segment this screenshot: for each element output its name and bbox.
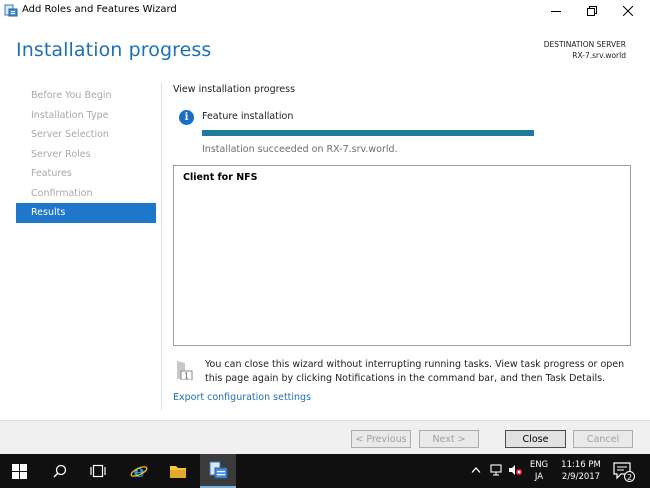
volume-button[interactable] — [508, 463, 522, 477]
chevron-up-icon — [471, 467, 481, 473]
keyboard-layout: JA — [534, 472, 544, 482]
task-view-button[interactable] — [80, 454, 116, 488]
cancel-button[interactable]: Cancel — [573, 430, 633, 448]
clock-time: 11:16 PM — [561, 460, 601, 470]
close-window-button[interactable] — [612, 0, 644, 21]
nav-step-server-selection: Server Selection — [31, 129, 109, 140]
previous-button[interactable]: < Previous — [351, 430, 411, 448]
title-bar: Add Roles and Features Wizard — [0, 0, 650, 21]
next-button[interactable]: Next > — [419, 430, 479, 448]
internet-explorer-icon: e — [130, 462, 148, 480]
task-view-icon — [90, 464, 106, 478]
close-wizard-note: You can close this wizard without interr… — [205, 359, 625, 384]
note-badge: 1 — [184, 372, 189, 381]
network-button[interactable] — [490, 463, 504, 477]
content-heading: View installation progress — [173, 84, 296, 95]
destination-server-value: RX-7.srv.world — [572, 51, 626, 60]
notification-count-badge: 2 — [624, 471, 635, 482]
language-code: ENG — [529, 460, 549, 470]
nav-step-features: Features — [31, 168, 72, 179]
info-icon: i — [179, 110, 194, 125]
nav-step-before-you-begin: Before You Begin — [31, 90, 112, 101]
wizard-steps-nav: Before You Begin Installation Type Serve… — [16, 86, 156, 223]
nav-step-server-roles: Server Roles — [31, 148, 91, 160]
destination-server-label: DESTINATION SERVER — [543, 40, 626, 49]
flag-notification-icon: 1 — [177, 361, 193, 381]
svg-text:e: e — [134, 462, 145, 480]
taskbar-wizard-button[interactable] — [200, 454, 236, 488]
feature-installation-label: Feature installation — [202, 111, 294, 122]
list-item: Client for NFS — [183, 172, 258, 183]
start-button[interactable] — [0, 454, 38, 488]
minimize-button[interactable] — [540, 0, 572, 21]
windows-logo-icon — [11, 463, 27, 479]
minimize-icon — [551, 10, 561, 12]
clock[interactable]: 11:16 PM 2/9/2017 — [556, 459, 606, 483]
search-button[interactable] — [42, 454, 78, 488]
close-button[interactable]: Close — [505, 430, 566, 448]
export-configuration-link[interactable]: Export configuration settings — [173, 392, 311, 403]
installation-status: Installation succeeded on RX-7.srv.world… — [202, 144, 398, 155]
file-explorer-button[interactable] — [160, 454, 196, 488]
close-icon — [623, 5, 633, 16]
nav-divider — [161, 83, 162, 410]
volume-muted-icon — [509, 465, 522, 475]
internet-explorer-button[interactable]: e — [121, 454, 157, 488]
progress-bar-fill — [202, 130, 534, 136]
clock-date: 2/9/2017 — [561, 472, 601, 482]
nav-step-results[interactable]: Results — [16, 203, 156, 223]
folder-icon — [170, 465, 186, 478]
restore-icon — [587, 5, 597, 16]
show-hidden-icons-button[interactable] — [469, 463, 483, 477]
nav-step-confirmation: Confirmation — [31, 187, 93, 199]
search-icon — [53, 464, 67, 478]
window-title: Add Roles and Features Wizard — [22, 4, 177, 15]
input-language-indicator[interactable]: ENG JA — [528, 459, 550, 483]
wizard-button-bar: < Previous Next > Close Cancel — [0, 420, 650, 454]
installation-progress-bar — [202, 130, 534, 136]
restore-button[interactable] — [576, 0, 608, 21]
nav-step-installation-type: Installation Type — [31, 109, 109, 121]
server-manager-icon — [209, 461, 228, 479]
taskbar: e ENG JA 11:16 PM 2/9/2017 2 — [0, 454, 650, 488]
server-manager-icon — [4, 4, 18, 17]
results-list[interactable]: Client for NFS — [173, 165, 631, 346]
network-icon — [490, 464, 502, 476]
page-title: Installation progress — [16, 39, 212, 61]
